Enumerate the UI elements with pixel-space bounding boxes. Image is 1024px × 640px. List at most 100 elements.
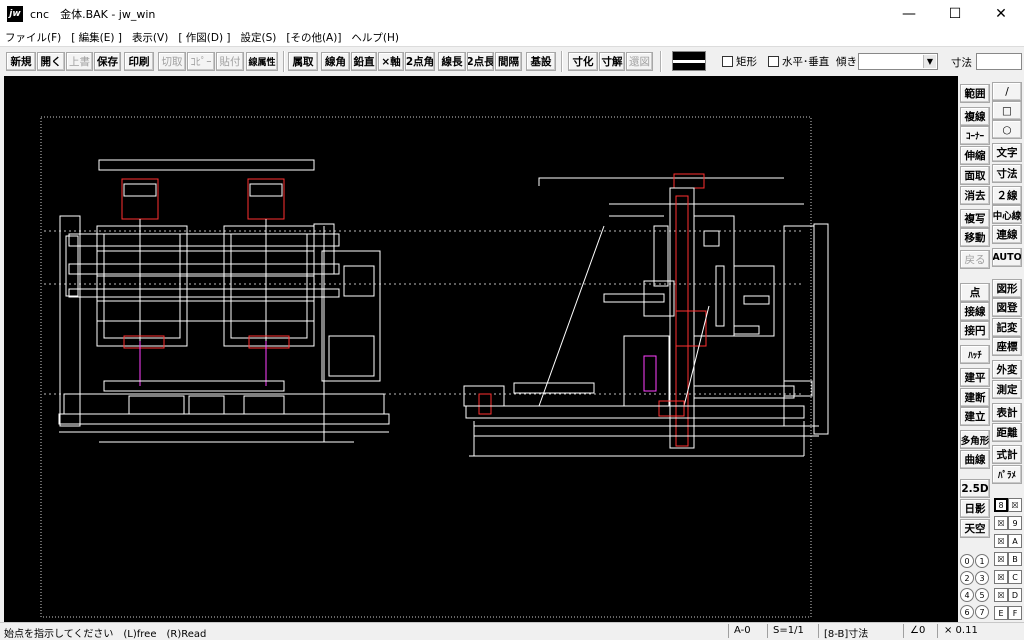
undo-button[interactable]: 戻る [960, 250, 990, 269]
status-scale[interactable]: S=1/1 [773, 625, 804, 636]
close-button[interactable]: ✕ [978, 0, 1024, 28]
layer-4[interactable]: 4 [960, 588, 974, 602]
copy-tool-button[interactable]: 複写 [960, 209, 990, 228]
linetype-indicator[interactable] [672, 51, 706, 71]
menu-help[interactable]: ヘルプ(H) [346, 30, 404, 45]
extend-button[interactable]: 伸縮 [960, 146, 990, 165]
tangent-circle-button[interactable]: 接円 [960, 321, 990, 340]
chevron-down-icon[interactable]: ▼ [923, 55, 936, 68]
arch-elevation-button[interactable]: 建立 [960, 407, 990, 426]
status-multiplier[interactable]: × 0.11 [944, 625, 978, 636]
erase-button[interactable]: 消去 [960, 186, 990, 205]
parallel-line-button[interactable]: 複線 [960, 107, 990, 126]
hv-checkbox[interactable]: 水平･垂直 [768, 54, 829, 69]
copy-button[interactable]: ｺﾋﾟｰ [187, 52, 215, 71]
layer-6[interactable]: 6 [960, 605, 974, 619]
trace-button[interactable]: 還図 [626, 52, 653, 71]
layer-0[interactable]: 0 [960, 554, 974, 568]
checkbox-box[interactable] [768, 56, 779, 67]
interval-button[interactable]: 間隔 [495, 52, 522, 71]
auto-button[interactable]: AUTO [992, 248, 1022, 267]
cut-button[interactable]: 切取 [158, 52, 186, 71]
print-button[interactable]: 印刷 [124, 52, 154, 71]
layer-group-toggle[interactable]: ☒ [994, 588, 1008, 602]
layer-5[interactable]: 5 [975, 588, 989, 602]
curve-button[interactable]: 曲線 [960, 450, 990, 469]
layer-group-c[interactable]: C [1008, 570, 1022, 584]
minimize-button[interactable]: — [886, 0, 932, 28]
x-axis-button[interactable]: ×軸 [378, 52, 404, 71]
line-tool-button[interactable]: / [992, 82, 1022, 101]
checkbox-box[interactable] [722, 56, 733, 67]
arch-section-button[interactable]: 建断 [960, 388, 990, 407]
save-button[interactable]: 保存 [94, 52, 121, 71]
menu-view[interactable]: 表示(V) [127, 30, 173, 45]
sky-button[interactable]: 天空 [960, 519, 990, 538]
dimension-input[interactable] [976, 53, 1022, 70]
menu-edit[interactable]: [ 編集(E) ] [66, 30, 127, 45]
layer-group-toggle[interactable]: ☒ [994, 552, 1008, 566]
paste-button[interactable]: 貼付 [216, 52, 244, 71]
line-length-button[interactable]: 線長 [438, 52, 466, 71]
status-layer[interactable]: A-0 [734, 625, 751, 636]
external-change-button[interactable]: 外変 [992, 360, 1022, 379]
layer-group-f[interactable]: F [1008, 606, 1022, 620]
layer-group-e[interactable]: E [994, 606, 1008, 620]
tangent-button[interactable]: 接線 [960, 302, 990, 321]
base-setting-button[interactable]: 基設 [526, 52, 556, 71]
distance-button[interactable]: 距離 [992, 423, 1022, 442]
parametric-button[interactable]: ﾊﾟﾗﾒ [992, 465, 1022, 484]
menu-settings[interactable]: 設定(S) [235, 30, 281, 45]
menu-other[interactable]: [その他(A)] [281, 30, 346, 45]
menu-file[interactable]: ファイル(F) [0, 30, 66, 45]
menu-draw[interactable]: [ 作図(D) ] [173, 30, 235, 45]
two-point-angle-button[interactable]: 2点角 [405, 52, 435, 71]
formula-calc-button[interactable]: 式計 [992, 445, 1022, 464]
layer-group-9[interactable]: 9 [1008, 516, 1022, 530]
table-calc-button[interactable]: 表計 [992, 403, 1022, 422]
maximize-button[interactable]: ☐ [932, 0, 978, 28]
figure-register-button[interactable]: 図登 [992, 298, 1022, 317]
tilt-combo[interactable]: ▼ [858, 53, 938, 70]
new-button[interactable]: 新規 [6, 52, 36, 71]
layer-3[interactable]: 3 [975, 571, 989, 585]
layer-group-toggle[interactable]: ☒ [994, 516, 1008, 530]
layer-group-b[interactable]: B [1008, 552, 1022, 566]
layer-group-toggle[interactable]: ☒ [994, 534, 1008, 548]
dimension-tool-button[interactable]: 寸法 [992, 164, 1022, 183]
rect-checkbox[interactable]: 矩形 [722, 54, 757, 69]
centerline-button[interactable]: 中心線 [992, 205, 1022, 224]
status-mode[interactable]: [8-B]寸法 [824, 625, 868, 640]
layer-group-toggle[interactable]: ☒ [1008, 498, 1022, 512]
move-button[interactable]: 移動 [960, 228, 990, 247]
app-icon[interactable]: jw [7, 6, 23, 22]
two-point-length-button[interactable]: 2点長 [467, 52, 494, 71]
circle-tool-button[interactable]: ○ [992, 120, 1022, 139]
symbol-change-button[interactable]: 記変 [992, 318, 1022, 337]
open-button[interactable]: 開く [37, 52, 65, 71]
attribute-button[interactable]: 属取 [288, 52, 318, 71]
coordinate-button[interactable]: 座標 [992, 337, 1022, 356]
layer-1[interactable]: 1 [975, 554, 989, 568]
dimension-release-button[interactable]: 寸解 [599, 52, 625, 71]
drawing-canvas[interactable] [4, 76, 958, 622]
overwrite-button[interactable]: 上書 [66, 52, 93, 71]
corner-button[interactable]: ｺｰﾅｰ [960, 126, 990, 145]
layer-group-8[interactable]: 8 [994, 498, 1008, 512]
figure-button[interactable]: 図形 [992, 279, 1022, 298]
arch-plan-button[interactable]: 建平 [960, 368, 990, 387]
shadow-button[interactable]: 日影 [960, 499, 990, 518]
range-button[interactable]: 範囲 [960, 84, 990, 103]
point-button[interactable]: 点 [960, 283, 990, 302]
layer-group-toggle[interactable]: ☒ [994, 570, 1008, 584]
layer-group-a[interactable]: A [1008, 534, 1022, 548]
vertical-button[interactable]: 鉛直 [351, 52, 377, 71]
layer-2[interactable]: 2 [960, 571, 974, 585]
2-5d-button[interactable]: 2.5D [960, 479, 990, 498]
dimension-button[interactable]: 寸化 [568, 52, 598, 71]
chamfer-button[interactable]: 面取 [960, 166, 990, 185]
layer-group-d[interactable]: D [1008, 588, 1022, 602]
continuous-line-button[interactable]: 連線 [992, 225, 1022, 244]
hatch-button[interactable]: ﾊｯﾁ [960, 345, 990, 364]
text-button[interactable]: 文字 [992, 143, 1022, 162]
